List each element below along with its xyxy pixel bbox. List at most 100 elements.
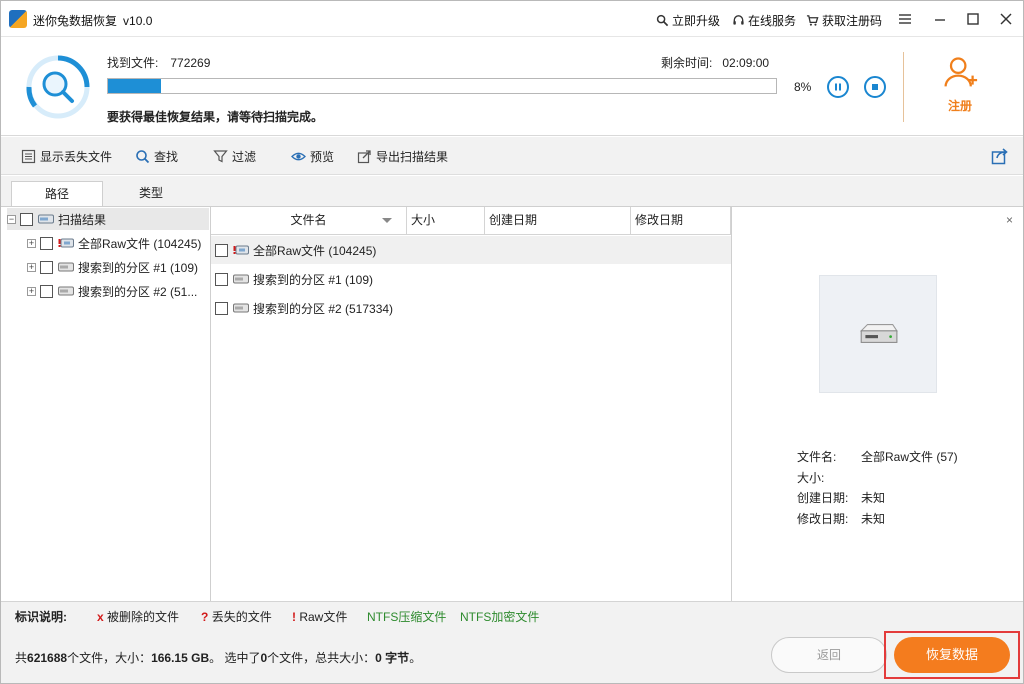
pause-icon bbox=[835, 83, 841, 91]
preview-size: 大小: bbox=[797, 469, 861, 486]
filter-icon bbox=[213, 150, 228, 163]
upgrade-link[interactable]: 立即升级 bbox=[656, 12, 720, 29]
found-files-count: 772269 bbox=[170, 56, 211, 70]
raw-mark-icon: ! bbox=[292, 610, 296, 624]
recover-data-button[interactable]: 恢复数据 bbox=[894, 637, 1010, 673]
column-header-name[interactable]: 文件名 bbox=[211, 207, 407, 235]
app-version: v10.0 bbox=[123, 14, 153, 28]
status-selected-size: 0 字节 bbox=[375, 651, 410, 665]
tree-root[interactable]: − 扫描结果 bbox=[7, 208, 209, 230]
legend-ntfs-compressed: NTFS压缩文件 bbox=[367, 610, 447, 624]
find-label: 查找 bbox=[154, 150, 179, 164]
show-lost-files-label: 显示丢失文件 bbox=[40, 150, 113, 164]
upgrade-label: 立即升级 bbox=[672, 14, 721, 28]
hamburger-icon bbox=[899, 14, 911, 24]
tab-path[interactable]: 路径 bbox=[11, 181, 103, 207]
menu-button[interactable] bbox=[894, 8, 916, 30]
legend-raw: ! Raw文件 bbox=[292, 608, 347, 625]
remaining-time: 剩余时间: 02:09:00 bbox=[661, 54, 769, 71]
column-header-created[interactable]: 创建日期 bbox=[485, 207, 631, 235]
app-window: 迷你兔数据恢复 v10.0 立即升级 在线服务 获取注册码 找到文件: 7722… bbox=[0, 0, 1024, 684]
status-bar: 共621688个文件，大小：166.15 GB。 选中了0个文件，总共大小：0 … bbox=[1, 627, 1023, 683]
preview-label: 预览 bbox=[310, 150, 335, 164]
view-tabs: 路径 类型 bbox=[1, 176, 211, 207]
drive-icon bbox=[859, 324, 898, 343]
remaining-time-label: 剩余时间: bbox=[661, 56, 713, 70]
legend-lost: ? 丢失的文件 bbox=[201, 608, 272, 625]
expand-icon[interactable]: + bbox=[27, 286, 36, 296]
collapse-icon[interactable]: − bbox=[7, 214, 16, 224]
scan-percent: 8% bbox=[794, 80, 812, 94]
file-row[interactable]: 搜索到的分区 #2 (517334) bbox=[211, 294, 731, 322]
preview-thumbnail bbox=[819, 275, 937, 393]
toolbar: 显示丢失文件 查找 过滤 预览 导出扫描结果 bbox=[1, 137, 1023, 175]
scan-status-area: 找到文件: 772269 剩余时间: 02:09:00 8% 要获得最佳恢复结果，请… bbox=[1, 38, 1023, 136]
user-register-icon bbox=[944, 57, 978, 87]
status-total-size: 166.15 GB bbox=[151, 651, 210, 665]
scan-notice: 要获得最佳恢复结果，请等待扫描完成。 bbox=[107, 110, 324, 124]
raw-drive-icon bbox=[58, 238, 74, 248]
export-results-button[interactable]: 导出扫描结果 bbox=[357, 148, 448, 165]
back-button[interactable]: 返回 bbox=[771, 637, 887, 673]
tree-root-checkbox[interactable] bbox=[20, 212, 33, 226]
app-logo-icon bbox=[9, 10, 27, 28]
stop-button[interactable] bbox=[864, 76, 886, 98]
filter-label: 过滤 bbox=[232, 150, 257, 164]
tree-item-checkbox[interactable] bbox=[40, 236, 53, 250]
file-row-name: 全部Raw文件 (104245) bbox=[253, 243, 377, 258]
register-button[interactable]: 注册 bbox=[936, 54, 984, 116]
expand-icon[interactable]: + bbox=[27, 238, 36, 248]
scan-progress-fill bbox=[108, 79, 162, 93]
maximize-button[interactable] bbox=[962, 8, 984, 30]
raw-drive-icon bbox=[233, 245, 249, 255]
file-row[interactable]: 全部Raw文件 (104245) bbox=[211, 236, 731, 264]
expand-icon[interactable]: + bbox=[27, 262, 36, 272]
status-end: 。 bbox=[409, 651, 422, 665]
found-files-label: 找到文件: bbox=[107, 56, 159, 70]
tree-item[interactable]: + 搜索到的分区 #1 (109) bbox=[27, 256, 235, 278]
file-row[interactable]: 搜索到的分区 #1 (109) bbox=[211, 265, 731, 293]
column-header-size[interactable]: 大小 bbox=[407, 207, 485, 235]
column-header-modified[interactable]: 修改日期 bbox=[631, 207, 731, 235]
legend-deleted: x 被删除的文件 bbox=[97, 608, 179, 625]
export-icon bbox=[357, 150, 371, 164]
file-row-name: 搜索到的分区 #1 (109) bbox=[253, 272, 374, 287]
headset-icon bbox=[733, 15, 744, 25]
file-row-checkbox[interactable] bbox=[215, 272, 228, 286]
legend-ntfs-encrypted: NTFS加密文件 bbox=[460, 610, 540, 624]
get-code-link[interactable]: 获取注册码 bbox=[806, 12, 882, 29]
app-title: 迷你兔数据恢复 v10.0 bbox=[33, 12, 152, 29]
tree-item-label: 搜索到的分区 #1 (109) bbox=[78, 260, 199, 275]
file-row-checkbox[interactable] bbox=[215, 243, 228, 257]
status-files-unit: 个文件，大小： bbox=[67, 651, 152, 665]
tree-item[interactable]: + 搜索到的分区 #2 (51... bbox=[27, 280, 235, 302]
filter-button[interactable]: 过滤 bbox=[213, 148, 256, 165]
tree-item[interactable]: + 全部Raw文件 (104245) bbox=[27, 232, 235, 254]
show-lost-files-button[interactable]: 显示丢失文件 bbox=[21, 148, 112, 165]
tree-root-label: 扫描结果 bbox=[58, 212, 107, 227]
close-preview-icon[interactable]: × bbox=[1006, 213, 1013, 227]
legend-deleted-label: 被删除的文件 bbox=[107, 610, 180, 624]
preview-size-label: 大小: bbox=[797, 471, 825, 485]
remaining-time-value: 02:09:00 bbox=[722, 56, 770, 70]
tree-item-checkbox[interactable] bbox=[40, 284, 53, 298]
tab-type[interactable]: 类型 bbox=[105, 181, 197, 207]
preview-button[interactable]: 预览 bbox=[291, 148, 334, 165]
legend-raw-label: Raw文件 bbox=[299, 610, 348, 624]
share-icon[interactable] bbox=[991, 147, 1009, 165]
find-button[interactable]: 查找 bbox=[135, 148, 178, 165]
deleted-mark-icon: x bbox=[97, 610, 104, 624]
tree-item-label: 全部Raw文件 (104245) bbox=[78, 236, 202, 251]
online-service-link[interactable]: 在线服务 bbox=[732, 12, 796, 29]
close-button[interactable] bbox=[995, 8, 1017, 30]
file-row-checkbox[interactable] bbox=[215, 301, 228, 315]
minimize-button[interactable] bbox=[929, 8, 951, 30]
search-key-icon bbox=[656, 14, 669, 27]
legend-bar: 标识说明: x 被删除的文件 ? 丢失的文件 ! Raw文件 NTFS压缩文件 … bbox=[1, 601, 1023, 627]
file-row-name: 搜索到的分区 #2 (517334) bbox=[253, 301, 394, 316]
pause-button[interactable] bbox=[827, 76, 849, 98]
file-list: 文件名 大小 创建日期 修改日期 全部Raw文件 (104245) 搜索到的分区… bbox=[211, 206, 731, 601]
status-prefix: 共 bbox=[15, 651, 28, 665]
tree-item-checkbox[interactable] bbox=[40, 260, 53, 274]
preview-pane: × 文件名: 全部Raw文件 (57) 大小: 创建日期: 未知 修改日期: 未知 bbox=[731, 206, 1023, 601]
